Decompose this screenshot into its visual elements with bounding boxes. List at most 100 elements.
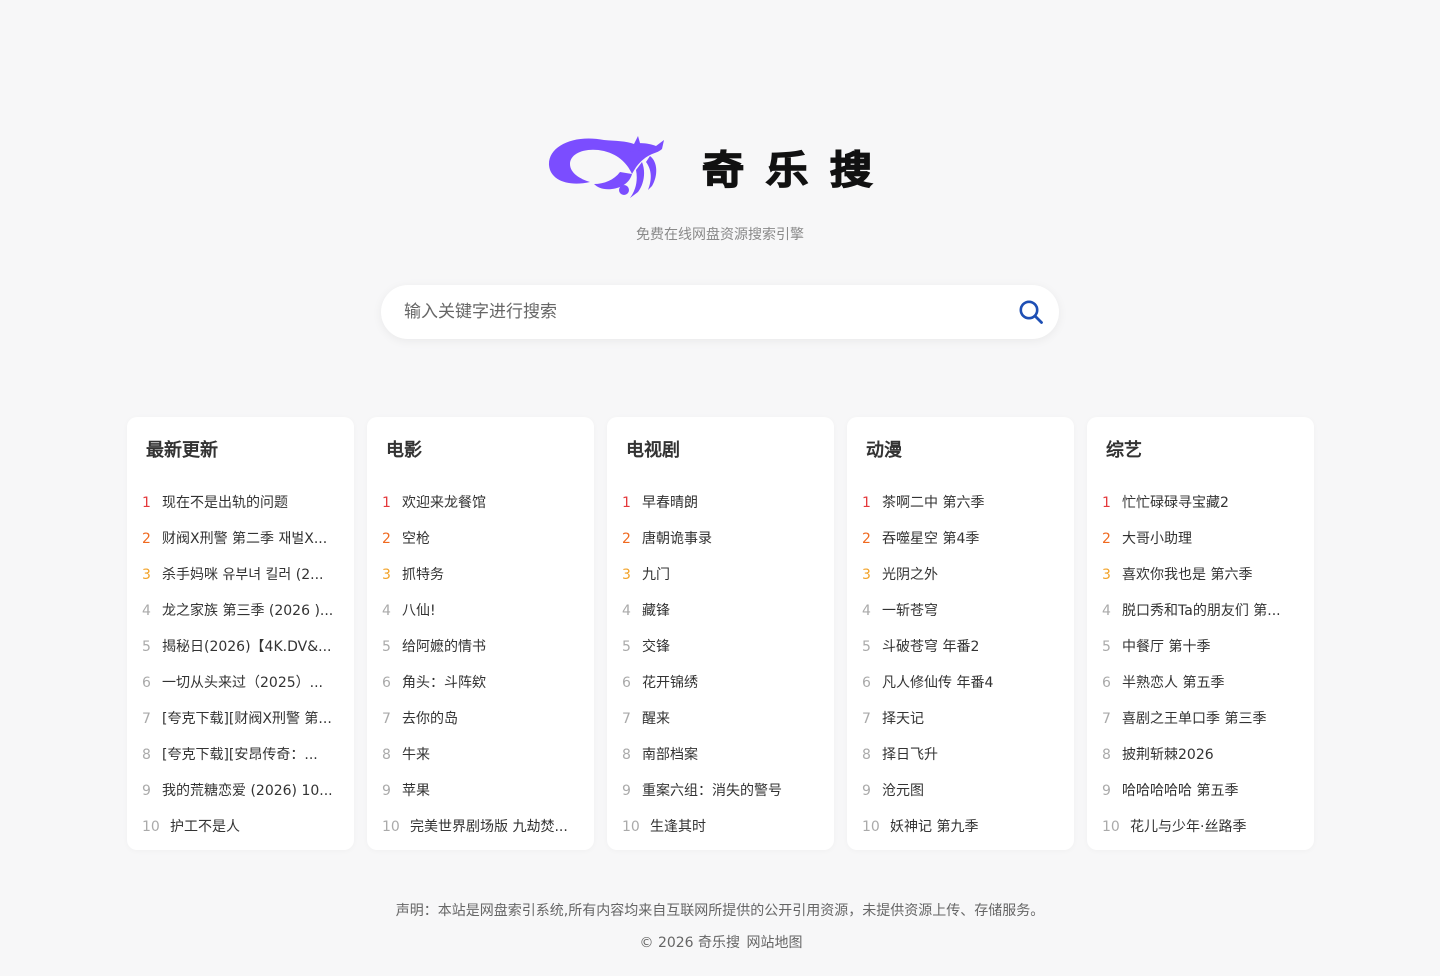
list-item[interactable]: 5 斗破苍穹 年番2 — [847, 629, 1074, 665]
rank-number: 2 — [1102, 531, 1111, 547]
rank-number: 4 — [622, 603, 631, 619]
list-item[interactable]: 10 护工不是人 — [127, 809, 354, 845]
rank-number: 10 — [622, 819, 640, 835]
footer-disclaimer: 声明：本站是网盘索引系统,所有内容均来自互联网所提供的公开引用资源，未提供资源上… — [395, 903, 1045, 919]
item-title: 斗破苍穹 年番2 — [882, 639, 980, 655]
brand-header: 奇乐搜 — [0, 132, 1440, 202]
rank-number: 4 — [382, 603, 391, 619]
list-item[interactable]: 10 生逢其时 — [607, 809, 834, 845]
rank-number: 5 — [862, 639, 871, 655]
list-item[interactable]: 2 空枪 — [367, 521, 594, 557]
list-item[interactable]: 6 半熟恋人 第五季 — [1087, 665, 1314, 701]
list-item[interactable]: 7 择天记 — [847, 701, 1074, 737]
list-item[interactable]: 2 唐朝诡事录 — [607, 521, 834, 557]
card-title: 动漫 — [866, 440, 902, 461]
rank-number: 5 — [1102, 639, 1111, 655]
list-item[interactable]: 8 南部档案 — [607, 737, 834, 773]
list-item[interactable]: 7 去你的岛 — [367, 701, 594, 737]
list-item[interactable]: 4 龙之家族 第三季 (2026 )... — [127, 593, 354, 629]
list-item[interactable]: 7 醒来 — [607, 701, 834, 737]
list-item[interactable]: 2 大哥小助理 — [1087, 521, 1314, 557]
list-item[interactable]: 6 一切从头来过（2025）... — [127, 665, 354, 701]
item-title: 欢迎来龙餐馆 — [402, 495, 486, 511]
item-title: 南部档案 — [642, 747, 698, 763]
list-item[interactable]: 7 [夸克下载][财阀X刑警 第... — [127, 701, 354, 737]
list-item[interactable]: 5 中餐厅 第十季 — [1087, 629, 1314, 665]
item-title: 去你的岛 — [402, 711, 458, 727]
list-item[interactable]: 8 择日飞升 — [847, 737, 1074, 773]
rank-number: 9 — [382, 783, 391, 799]
search-button[interactable] — [1003, 285, 1059, 339]
item-title: 生逢其时 — [650, 819, 706, 835]
item-title: 披荆斩棘2026 — [1122, 747, 1214, 763]
rank-number: 1 — [622, 495, 631, 511]
list-item[interactable]: 3 光阴之外 — [847, 557, 1074, 593]
item-title: 忙忙碌碌寻宝藏2 — [1122, 495, 1229, 511]
item-title: 交锋 — [642, 639, 670, 655]
rank-number: 6 — [382, 675, 391, 691]
list-item[interactable]: 6 角头：斗阵欸 — [367, 665, 594, 701]
list-item[interactable]: 4 八仙! — [367, 593, 594, 629]
list-item[interactable]: 10 完美世界剧场版 九劫焚... — [367, 809, 594, 845]
list-item[interactable]: 8 牛来 — [367, 737, 594, 773]
list-item[interactable]: 10 花儿与少年·丝路季 — [1087, 809, 1314, 845]
list-item[interactable]: 1 现在不是出轨的问题 — [127, 485, 354, 521]
rank-number: 5 — [142, 639, 151, 655]
sitemap-link[interactable]: 网站地图 — [746, 935, 802, 951]
list-item[interactable]: 1 早春晴朗 — [607, 485, 834, 521]
rank-number: 10 — [862, 819, 880, 835]
item-title: 光阴之外 — [882, 567, 938, 583]
rank-number: 1 — [142, 495, 151, 511]
rank-number: 8 — [862, 747, 871, 763]
rank-number: 5 — [382, 639, 391, 655]
list-item[interactable]: 2 财阀X刑警 第二季 재벌X... — [127, 521, 354, 557]
list-item[interactable]: 1 茶啊二中 第六季 — [847, 485, 1074, 521]
item-title: 花开锦绣 — [642, 675, 698, 691]
list-item[interactable]: 9 重案六组：消失的警号 — [607, 773, 834, 809]
rank-number: 1 — [1102, 495, 1111, 511]
list-item[interactable]: 9 苹果 — [367, 773, 594, 809]
list-item[interactable]: 3 喜欢你我也是 第六季 — [1087, 557, 1314, 593]
item-title: 择天记 — [882, 711, 924, 727]
rank-number: 3 — [862, 567, 871, 583]
rank-number: 8 — [1102, 747, 1111, 763]
item-title: 藏锋 — [642, 603, 670, 619]
item-title: 龙之家族 第三季 (2026 )... — [162, 603, 334, 619]
list-item[interactable]: 9 哈哈哈哈哈 第五季 — [1087, 773, 1314, 809]
list-item[interactable]: 10 妖神记 第九季 — [847, 809, 1074, 845]
item-title: [夸克下载][财阀X刑警 第... — [162, 711, 332, 727]
list-item[interactable]: 1 忙忙碌碌寻宝藏2 — [1087, 485, 1314, 521]
rank-number: 10 — [382, 819, 400, 835]
list-item[interactable]: 6 花开锦绣 — [607, 665, 834, 701]
rank-number: 2 — [622, 531, 631, 547]
list-item[interactable]: 4 藏锋 — [607, 593, 834, 629]
search-input[interactable] — [381, 285, 1003, 339]
list-item[interactable]: 9 我的荒糖恋爱 (2026) 10... — [127, 773, 354, 809]
list-item[interactable]: 8 披荆斩棘2026 — [1087, 737, 1314, 773]
list-item[interactable]: 3 九门 — [607, 557, 834, 593]
list-item[interactable]: 1 欢迎来龙餐馆 — [367, 485, 594, 521]
item-title: 大哥小助理 — [1122, 531, 1192, 547]
item-title: 茶啊二中 第六季 — [882, 495, 985, 511]
item-title: 哈哈哈哈哈 第五季 — [1122, 783, 1239, 799]
rank-number: 7 — [142, 711, 151, 727]
list-item[interactable]: 4 一斩苍穹 — [847, 593, 1074, 629]
rank-number: 4 — [862, 603, 871, 619]
list-item[interactable]: 5 揭秘日(2026)【4K.DV&... — [127, 629, 354, 665]
list-item[interactable]: 9 沧元图 — [847, 773, 1074, 809]
item-title: [夸克下载][安昂传奇：... — [162, 747, 318, 763]
rank-number: 4 — [142, 603, 151, 619]
rank-number: 3 — [622, 567, 631, 583]
rank-number: 1 — [862, 495, 871, 511]
list-item[interactable]: 6 凡人修仙传 年番4 — [847, 665, 1074, 701]
item-title: 醒来 — [642, 711, 670, 727]
list-item[interactable]: 7 喜剧之王单口季 第三季 — [1087, 701, 1314, 737]
list-item[interactable]: 2 吞噬星空 第4季 — [847, 521, 1074, 557]
list-item[interactable]: 4 脱口秀和Ta的朋友们 第... — [1087, 593, 1314, 629]
list-item[interactable]: 5 交锋 — [607, 629, 834, 665]
list-item[interactable]: 3 抓特务 — [367, 557, 594, 593]
list-item[interactable]: 3 杀手妈咪 유부녀 킬러 (2... — [127, 557, 354, 593]
item-title: 抓特务 — [402, 567, 444, 583]
list-item[interactable]: 5 给阿嬷的情书 — [367, 629, 594, 665]
list-item[interactable]: 8 [夸克下载][安昂传奇：... — [127, 737, 354, 773]
